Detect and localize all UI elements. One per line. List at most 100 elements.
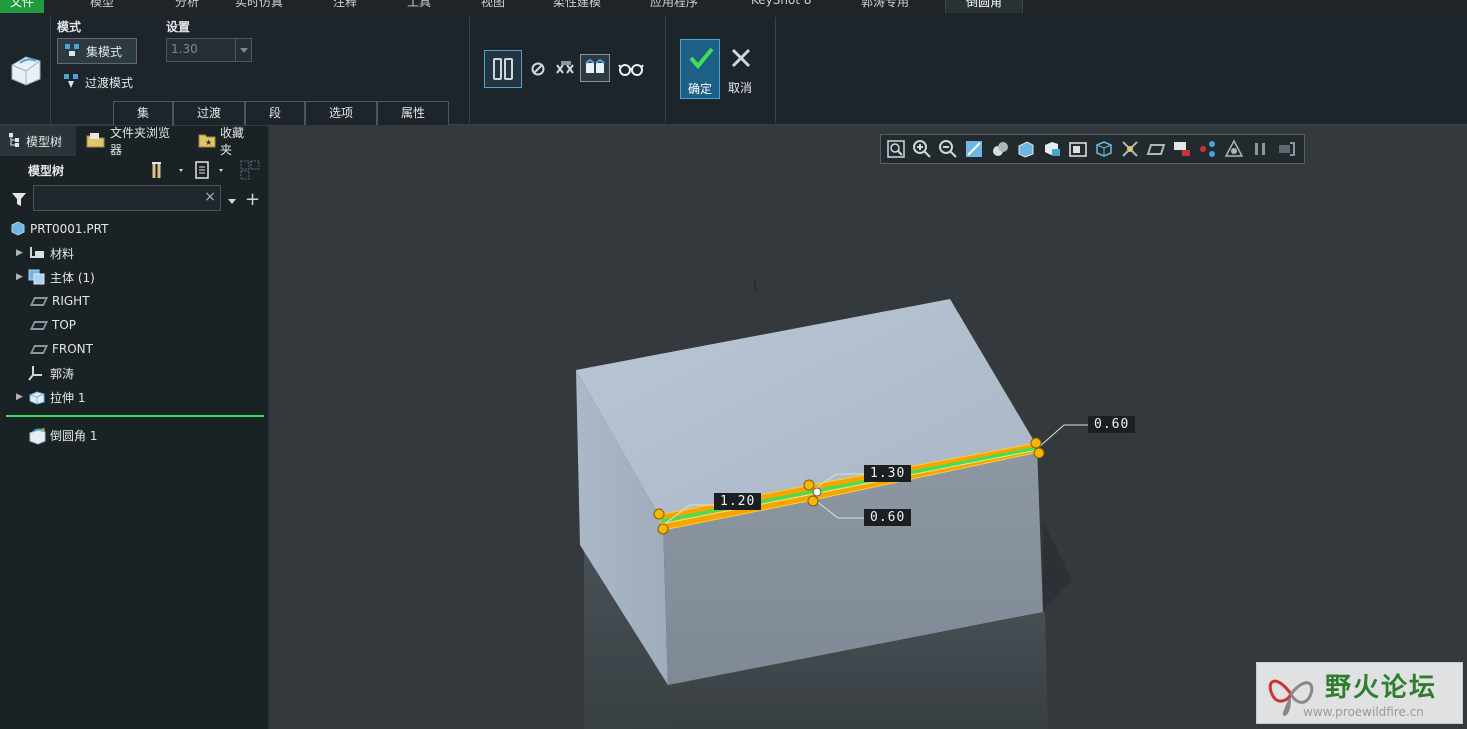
subtab-options[interactable]: 选项 [305, 101, 377, 125]
transition-mode-label: 过渡模式 [85, 75, 134, 90]
subtab-properties[interactable]: 属性 [377, 101, 449, 125]
mode-group-label: 模式 [57, 20, 82, 34]
tree-row-coordinate-system[interactable]: 郭涛 [0, 362, 74, 384]
subtab-sets[interactable]: 集 [113, 101, 173, 125]
view-manager-icon[interactable] [1042, 139, 1062, 159]
refit-icon[interactable] [886, 139, 906, 159]
tree-row-material[interactable]: ▶ 材料 [0, 242, 74, 264]
forum-watermark: 野火论坛 www.proewildfire.cn [1256, 662, 1463, 724]
tab-round[interactable]: 倒圆角 [945, 0, 1024, 13]
annotation-display-icon[interactable] [1172, 139, 1192, 159]
settings-tools-icon[interactable] [150, 160, 188, 180]
tab-favorites[interactable]: ★ 收藏夹 [190, 126, 262, 157]
spin-center-icon[interactable] [1198, 139, 1218, 159]
tree-row-right-plane[interactable]: RIGHT [0, 290, 90, 312]
tree-csys-label: 郭涛 [50, 366, 75, 381]
tree-right-label: RIGHT [52, 294, 90, 308]
cursor-marker [754, 281, 756, 290]
tree-row-round-feature[interactable]: * 倒圆角 1 [0, 424, 97, 446]
tree-row-top-plane[interactable]: TOP [0, 314, 76, 336]
drag-handle [653, 508, 665, 520]
tab-live-simulation[interactable]: 实时仿真 [235, 0, 283, 13]
dimension-label[interactable]: 0.60 [864, 509, 912, 526]
section-icon[interactable] [1094, 139, 1114, 159]
subtab-pieces[interactable]: 段 [245, 101, 305, 125]
add-filter-icon[interactable]: + [245, 189, 260, 210]
tree-row-body[interactable]: ▶ 主体 (1) [0, 266, 95, 288]
radius-dropdown[interactable]: 1.30 [166, 38, 252, 62]
saved-views-icon[interactable] [1016, 139, 1036, 159]
tree-row-extrude[interactable]: ▶ 拉伸 1 [0, 386, 85, 408]
clear-search-icon[interactable]: × [204, 189, 216, 205]
svg-text:*: * [41, 427, 46, 437]
tab-view[interactable]: 视图 [481, 0, 505, 13]
glasses-icon[interactable] [617, 60, 645, 78]
tree-row-front-plane[interactable]: FRONT [0, 338, 93, 360]
tab-annotate[interactable]: 注释 [333, 0, 357, 13]
plane-display-icon[interactable] [1146, 139, 1166, 159]
drag-handle [803, 479, 815, 491]
display-style-icon[interactable] [990, 139, 1010, 159]
round-icon: * [28, 427, 46, 445]
tree-row-root[interactable]: PRT0001.PRT [0, 218, 108, 240]
graphics-viewport[interactable]: 1.20 1.30 0.60 0.60 野火论坛 www.proewildfir… [272, 126, 1467, 729]
ok-button[interactable]: 确定 [680, 39, 720, 99]
datum-plane-icon [29, 344, 49, 354]
tab-model-tree[interactable]: 模型树 [0, 126, 76, 156]
perspective-view-icon[interactable] [1068, 139, 1088, 159]
appearance-icon[interactable] [1224, 139, 1244, 159]
tab-applications[interactable]: 应用程序 [650, 0, 698, 13]
tab-custom[interactable]: 郭涛专用 [861, 0, 909, 13]
folder-icon [86, 132, 106, 151]
datum-plane-icon [29, 296, 49, 306]
tab-keyshot[interactable]: KeyShot 8 [751, 0, 811, 13]
datum-plane-icon [29, 320, 49, 330]
search-input[interactable] [34, 186, 202, 210]
tree-round-label: 倒圆角 1 [50, 428, 98, 443]
close-icon [730, 47, 752, 73]
zoom-in-icon[interactable] [912, 139, 932, 159]
set-mode-button[interactable]: 集模式 [57, 38, 137, 64]
search-field-container: × [33, 185, 221, 211]
tab-folder-browser[interactable]: 文件夹浏览器 [78, 126, 188, 157]
round-feature-icon [8, 51, 44, 87]
next-step-icon[interactable] [1276, 139, 1296, 159]
pause-animation-icon[interactable] [1250, 139, 1270, 159]
tab-favorites-label: 收藏夹 [220, 126, 245, 157]
tree-front-label: FRONT [52, 342, 93, 356]
model-tree-panel: 模型树 文件夹浏览器 ★ 收藏夹 模型树 × + PRT0001.PRT ▶ 材… [0, 126, 270, 729]
datum-display-icon[interactable] [1120, 139, 1140, 159]
dimension-label[interactable]: 1.30 [864, 465, 912, 482]
tab-analysis[interactable]: 分析 [175, 0, 199, 13]
show-list-icon[interactable] [194, 160, 230, 180]
tab-model[interactable]: 模型 [90, 0, 114, 13]
chevron-down-icon[interactable] [235, 39, 251, 61]
svg-text:★: ★ [205, 138, 212, 147]
pause-button[interactable] [484, 50, 522, 88]
transition-mode-icon [63, 73, 79, 92]
verify-mode-icon[interactable] [580, 54, 610, 82]
filter-layout-icon[interactable] [240, 160, 262, 180]
expand-arrow-icon[interactable]: ▶ [16, 272, 26, 282]
model-graphics[interactable] [272, 126, 1467, 729]
zoom-out-icon[interactable] [938, 139, 958, 159]
separate-preview-icon[interactable] [555, 59, 577, 79]
coordinate-system-icon [28, 365, 46, 381]
cancel-button[interactable]: 取消 [722, 39, 762, 99]
tab-file[interactable]: 文件 [0, 0, 45, 13]
insert-indicator[interactable] [6, 415, 264, 417]
transition-mode-button[interactable]: 过渡模式 [57, 69, 147, 95]
repaint-icon[interactable] [964, 139, 984, 159]
tab-model-tree-label: 模型树 [26, 134, 63, 149]
no-preview-icon[interactable] [530, 61, 546, 77]
tab-tools[interactable]: 工具 [407, 0, 431, 13]
dimension-label[interactable]: 0.60 [1088, 416, 1136, 433]
radius-anchor-handle [812, 487, 822, 497]
filter-icon[interactable] [10, 190, 28, 208]
subtab-transitions[interactable]: 过渡 [173, 101, 245, 125]
search-options-chevron-icon[interactable] [226, 192, 238, 204]
tab-flexible-modeling[interactable]: 柔性建模 [553, 0, 601, 13]
dimension-label[interactable]: 1.20 [714, 493, 762, 510]
expand-arrow-icon[interactable]: ▶ [16, 392, 26, 402]
expand-arrow-icon[interactable]: ▶ [16, 248, 26, 258]
